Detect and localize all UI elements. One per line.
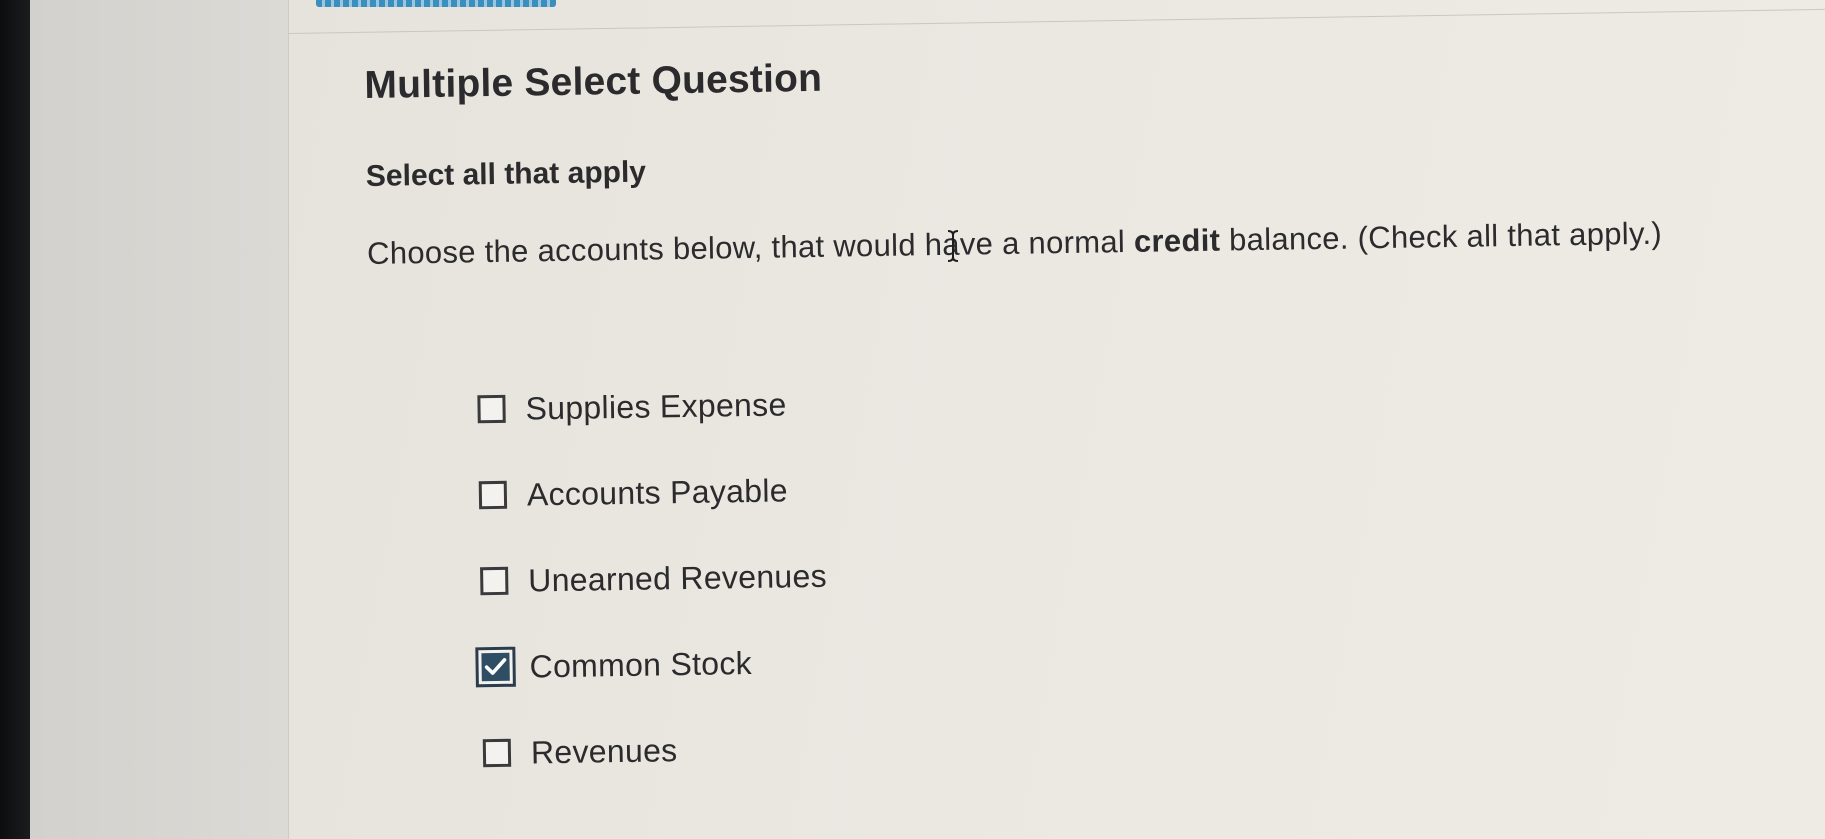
left-sidebar	[30, 0, 289, 839]
checkbox-common-stock[interactable]	[475, 646, 516, 688]
question-content: Multiple Select Question Select all that…	[364, 33, 1816, 822]
checkbox-unearned-revenues[interactable]	[480, 566, 509, 596]
question-prompt: Choose the accounts below, that would ha…	[367, 213, 1807, 272]
text-cursor-icon	[947, 230, 959, 262]
option-label: Accounts Payable	[526, 471, 789, 512]
progress-bar	[316, 0, 556, 7]
option-label: Supplies Expense	[525, 385, 787, 427]
monitor-bezel	[0, 0, 30, 839]
prompt-text-end: balance. (Check all that apply.)	[1219, 215, 1663, 258]
option-supplies-expense[interactable]: Supplies Expense	[477, 369, 1809, 428]
question-instruction: Select all that apply	[365, 155, 647, 193]
option-label: Common Stock	[529, 644, 753, 684]
option-label: Revenues	[530, 731, 678, 770]
option-revenues[interactable]: Revenues	[482, 713, 1815, 772]
answer-options: Supplies Expense Accounts Payable Unearn…	[475, 369, 1815, 772]
checkbox-revenues[interactable]	[482, 738, 512, 768]
option-accounts-payable[interactable]: Accounts Payable	[478, 455, 1811, 514]
checkbox-fill	[481, 652, 510, 682]
option-common-stock[interactable]: Common Stock	[475, 627, 1813, 688]
option-label: Unearned Revenues	[527, 557, 828, 598]
checkmark-icon	[484, 658, 507, 675]
prompt-text-start: Choose the accounts below, that would ha…	[366, 223, 1135, 271]
checkbox-supplies-expense[interactable]	[477, 394, 506, 424]
prompt-emphasis: credit	[1133, 222, 1221, 259]
checkbox-accounts-payable[interactable]	[478, 480, 508, 510]
option-unearned-revenues[interactable]: Unearned Revenues	[480, 541, 1812, 600]
